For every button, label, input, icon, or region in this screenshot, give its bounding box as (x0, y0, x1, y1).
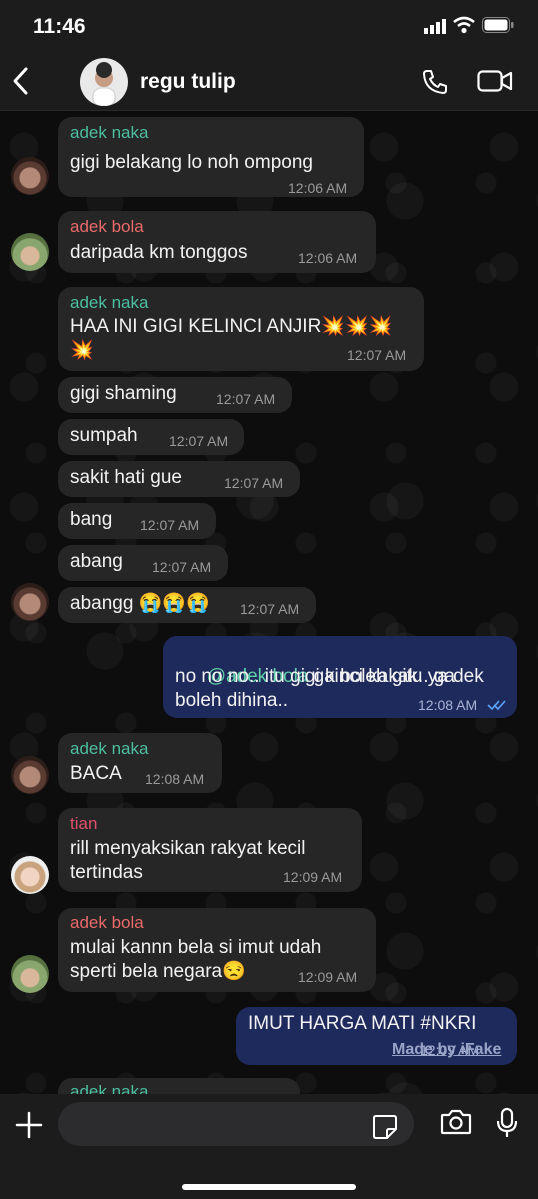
read-receipt-icon (487, 698, 507, 716)
message-time: 12:07 AM (152, 559, 212, 575)
message-bubble[interactable]: sumpah 12:07 AM (58, 419, 244, 455)
wifi-icon (452, 16, 476, 39)
sender-name: adek naka (70, 739, 149, 758)
message-bubble[interactable]: adek naka BACA 12:08 AM (58, 733, 222, 793)
group-name[interactable]: regu tulip (140, 70, 236, 94)
message-time: 12:09 AM (283, 869, 343, 885)
message-bubble[interactable]: abang 12:07 AM (58, 545, 228, 581)
group-avatar[interactable] (80, 58, 128, 106)
message-text: rill menyaksikan rakyat kecil (70, 838, 306, 859)
message-time: 12:09 AM (298, 969, 358, 985)
message-text: daripada km tonggos (70, 242, 248, 263)
message-bubble[interactable]: adek naka gigi belakang lo noh ompong 12… (58, 117, 364, 197)
message-time: 12:07 AM (169, 433, 229, 449)
message-bubble[interactable]: tian rill menyaksikan rakyat kecil terti… (58, 808, 362, 892)
message-time: 12:06 AM (288, 180, 348, 196)
message-text: bang (70, 509, 113, 530)
message-text: no no no.. itu gigi kinci kakak.. ga (175, 666, 455, 687)
avatar[interactable] (11, 233, 49, 271)
message-text: 💥 (70, 340, 94, 361)
chat-header: regu tulip (0, 52, 538, 111)
avatar[interactable] (11, 583, 49, 621)
status-bar: 11:46 (0, 0, 538, 52)
message-text: IMUT HARGA MATI #NKRI (248, 1013, 477, 1034)
message-time: 12:07 AM (240, 601, 300, 617)
message-text: sumpah (70, 425, 138, 446)
message-time: 12:07 AM (140, 517, 200, 533)
message-input[interactable] (58, 1102, 414, 1146)
message-text: gigi shaming (70, 383, 177, 404)
avatar[interactable] (11, 756, 49, 794)
message-time: 12:07 AM (216, 391, 276, 407)
message-time: 12:06 AM (298, 250, 358, 266)
message-text: sakit hati gue (70, 467, 182, 488)
message-time: 12:07 AM (224, 475, 284, 491)
message-bubble[interactable]: bang 12:07 AM (58, 503, 216, 539)
message-bubble[interactable]: adek naka HAA INI GIGI KELINCI ANJIR💥💥💥 … (58, 287, 424, 371)
sender-name: adek bola (70, 913, 144, 932)
home-indicator[interactable] (182, 1184, 356, 1190)
sender-name: adek naka (70, 1082, 149, 1094)
message-text: HAA INI GIGI KELINCI ANJIR💥💥💥 (70, 316, 393, 337)
message-text: abang (70, 551, 123, 572)
message-bubble[interactable]: adek naka (58, 1078, 300, 1094)
message-time: 12:08 AM (145, 771, 205, 787)
video-call-icon[interactable] (477, 69, 513, 98)
microphone-icon[interactable] (496, 1107, 518, 1144)
message-text: gigi belakang lo noh ompong (70, 152, 313, 173)
avatar[interactable] (11, 856, 49, 894)
message-text: tertindas (70, 862, 143, 883)
plus-icon[interactable] (14, 1110, 44, 1145)
sender-name: adek bola (70, 217, 144, 236)
message-time: 12:08 AM (418, 697, 478, 713)
sender-name: adek naka (70, 123, 149, 142)
battery-icon (482, 17, 514, 38)
message-bubble-outgoing[interactable]: @adek bola ga boleh gitu ya dek no no no… (163, 636, 517, 718)
message-text: abangg 😭😭😭 (70, 593, 210, 614)
message-bubble[interactable]: adek bola daripada km tonggos 12:06 AM (58, 211, 376, 273)
sender-name: adek naka (70, 293, 149, 312)
composer-bar (0, 1094, 538, 1199)
message-text: BACA (70, 763, 122, 784)
watermark: Made by iFake (392, 1041, 502, 1058)
status-time: 11:46 (33, 15, 86, 38)
avatar[interactable] (11, 157, 49, 195)
message-text: mulai kannn bela si imut udah (70, 937, 322, 958)
back-arrow-icon[interactable] (10, 66, 32, 101)
message-bubble[interactable]: adek bola mulai kannn bela si imut udah … (58, 908, 376, 992)
message-bubble[interactable]: abangg 😭😭😭 12:07 AM (58, 587, 316, 623)
phone-call-icon[interactable] (421, 68, 449, 101)
camera-icon[interactable] (440, 1108, 472, 1141)
sticker-icon[interactable] (372, 1114, 398, 1145)
cellular-signal-icon (424, 18, 448, 39)
message-time: 12:07 AM (347, 347, 407, 363)
message-text: sperti bela negara😒 (70, 961, 246, 982)
message-bubble[interactable]: gigi shaming 12:07 AM (58, 377, 292, 413)
sender-name: tian (70, 814, 98, 833)
message-bubble[interactable]: sakit hati gue 12:07 AM (58, 461, 300, 497)
message-text: boleh dihina.. (175, 690, 289, 711)
chat-area[interactable]: adek naka gigi belakang lo noh ompong 12… (0, 111, 538, 1094)
avatar[interactable] (11, 955, 49, 993)
